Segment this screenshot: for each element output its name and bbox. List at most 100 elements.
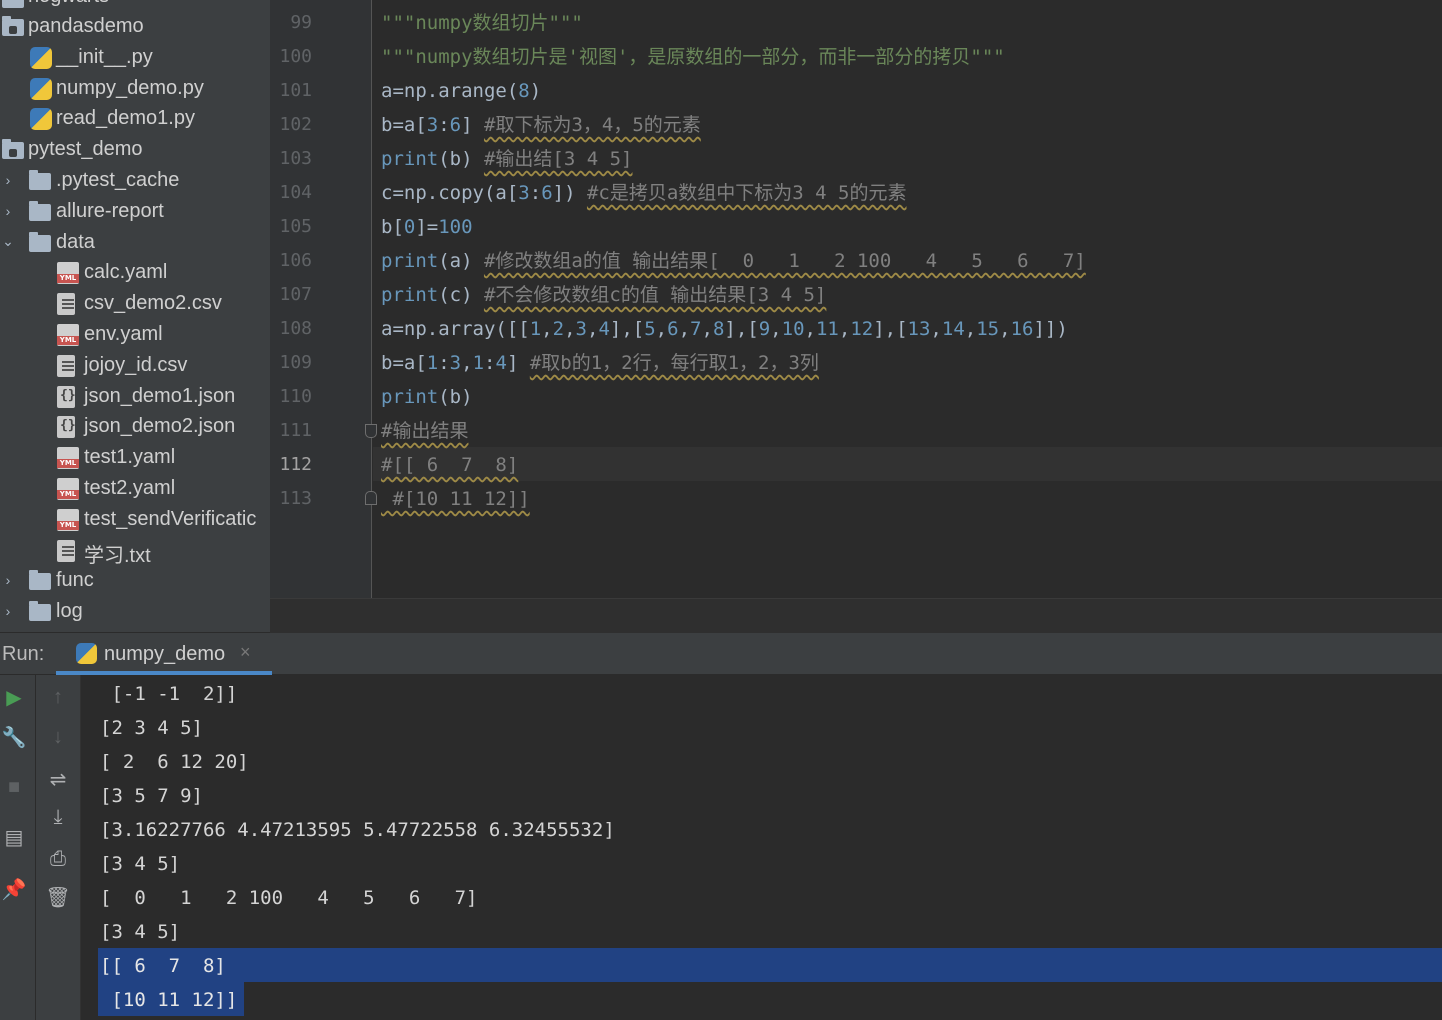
tree-item-jojoy-id-csv[interactable]: jojoy_id.csv	[0, 350, 270, 381]
tree-item-pytest-cache[interactable]: › .pytest_cache	[0, 165, 270, 196]
code-literal: 6	[449, 114, 462, 136]
console-line[interactable]: [3.16227766 4.47213595 5.47722558 6.3245…	[100, 813, 615, 847]
code-literal: 9	[758, 318, 771, 340]
run-tab-numpy-demo[interactable]: numpy_demo ×	[56, 633, 272, 675]
wrench-icon[interactable]: 🔧	[0, 723, 28, 751]
console-line[interactable]: [ 2 6 12 20]	[100, 745, 249, 779]
code-token: c=np.copy(a[	[381, 182, 519, 204]
code-line[interactable]: b=a[1:3,1:4] #取b的1，2行，每行取1，2，3列	[381, 346, 819, 380]
pin-icon[interactable]: 📌	[0, 875, 28, 903]
tree-item-pytest-demo[interactable]: pytest_demo	[0, 134, 270, 165]
tree-item-test-sendverificatic[interactable]: test_sendVerificatic	[0, 504, 270, 535]
tree-item-pandasdemo[interactable]: pandasdemo	[0, 11, 270, 42]
layout-icon[interactable]: ▤	[0, 823, 28, 851]
chevron-right-icon[interactable]: ›	[1, 170, 15, 190]
tree-item-calc-yaml[interactable]: calc.yaml	[0, 257, 270, 288]
console-line[interactable]: [[ 6 7 8]	[100, 949, 226, 983]
folder-icon	[2, 0, 24, 8]
code-line[interactable]: print(b) #输出结[3 4 5]	[381, 142, 632, 176]
code-token: ,	[930, 318, 942, 340]
tree-item-label: numpy_demo.py	[56, 76, 204, 99]
code-comment: #修改数组a的值 输出结果[ 0 1 2 100 4 5 6 7]	[483, 250, 1086, 272]
code-literal: 1	[472, 352, 485, 374]
code-literal: 4	[495, 352, 507, 374]
code-token: ,	[701, 318, 713, 340]
print-icon[interactable]: ⎙	[44, 845, 72, 873]
tree-item-txt[interactable]: 学习.txt	[0, 535, 270, 567]
console-line[interactable]: [3 4 5]	[100, 915, 180, 949]
tree-item-func[interactable]: › func	[0, 565, 270, 596]
chevron-down-icon[interactable]: ⌄	[1, 232, 15, 252]
tree-item-test1-yaml[interactable]: test1.yaml	[0, 442, 270, 473]
chevron-right-icon[interactable]: ›	[1, 601, 15, 621]
soft-wrap-icon[interactable]: ⇌	[44, 765, 72, 793]
tree-item-env-yaml[interactable]: env.yaml	[0, 319, 270, 350]
code-literal: 1	[426, 352, 439, 374]
code-line[interactable]: b[0]=100	[381, 210, 473, 244]
code-literal: 3	[449, 352, 462, 374]
code-line[interactable]: print(b)	[381, 380, 473, 414]
tree-item-label: test1.yaml	[84, 446, 176, 469]
code-line[interactable]: a=np.arange(8)	[381, 74, 541, 108]
code-token: :	[484, 352, 496, 374]
code-line[interactable]: print(c) #不会修改数组c的值 输出结果[3 4 5]	[381, 278, 826, 312]
folder-icon	[29, 200, 51, 221]
console-line[interactable]: [2 3 4 5]	[100, 711, 203, 745]
console-line[interactable]: [-1 -1 2]]	[100, 677, 237, 711]
tree-item-json-demo2-json[interactable]: json_demo2.json	[0, 411, 270, 442]
scroll-down-icon[interactable]: ↓	[44, 723, 72, 751]
scroll-up-icon[interactable]: ↑	[44, 683, 72, 711]
code-token: ,	[564, 318, 576, 340]
tree-item-label: hogwarts	[28, 0, 109, 8]
close-tab-icon[interactable]: ×	[240, 642, 251, 663]
code-comment: #输出结果	[381, 420, 469, 442]
tree-item-csv-demo2-csv[interactable]: csv_demo2.csv	[0, 288, 270, 319]
code-token: ,	[678, 318, 691, 340]
rerun-icon[interactable]: ▶	[0, 683, 28, 711]
console-line[interactable]: [10 11 12]]	[100, 983, 237, 1017]
tree-item-label: env.yaml	[84, 323, 163, 345]
console-line[interactable]: [ 0 1 2 100 4 5 6 7]	[100, 881, 478, 915]
line-number: 107	[279, 284, 312, 305]
console-line[interactable]: [3 4 5]	[100, 847, 180, 881]
tree-item-data[interactable]: ⌄ data	[0, 227, 270, 258]
code-line[interactable]: #[10 11 12]]	[381, 482, 529, 516]
chevron-right-icon[interactable]: ›	[1, 570, 15, 590]
tree-item-test2-yaml[interactable]: test2.yaml	[0, 473, 270, 504]
code-line[interactable]: a=np.array([[1,2,3,4],[5,6,7,8],[9,10,11…	[381, 312, 1068, 346]
line-number: 108	[279, 318, 312, 339]
code-token: b=a[	[381, 114, 427, 136]
fold-marker-icon[interactable]	[365, 424, 377, 438]
yaml-file-icon	[57, 324, 79, 346]
code-line[interactable]: print(a) #修改数组a的值 输出结果[ 0 1 2 100 4 5 6 …	[381, 244, 1086, 278]
code-line[interactable]: #[[ 6 7 8]	[381, 448, 518, 482]
tree-item-read-demo1-py[interactable]: read_demo1.py	[0, 103, 270, 134]
code-token: ,	[770, 318, 782, 340]
tree-item-init-py[interactable]: __init__.py	[0, 42, 270, 73]
code-line[interactable]: """numpy数组切片"""	[381, 6, 583, 40]
code-comment: #取b的1，2行，每行取1，2，3列	[529, 352, 819, 374]
editor-footer	[270, 598, 1442, 633]
code-comment: #输出结[3 4 5]	[483, 148, 633, 170]
tree-item-numpy-demo-py[interactable]: numpy_demo.py	[0, 73, 270, 104]
selection-highlight	[98, 948, 1442, 982]
console-line[interactable]: [3 5 7 9]	[100, 779, 203, 813]
chevron-right-icon[interactable]: ›	[1, 201, 15, 221]
code-line[interactable]: b=a[3:6] #取下标为3，4，5的元素	[381, 108, 701, 142]
scroll-to-end-icon[interactable]: ⤓	[44, 803, 72, 831]
line-number: 112	[279, 454, 312, 475]
trash-icon[interactable]: 🗑	[44, 883, 72, 911]
code-line[interactable]: #输出结果	[381, 414, 468, 448]
run-label: Run:	[2, 643, 45, 665]
code-line[interactable]: """numpy数组切片是'视图'，是原数组的一部分，而非一部分的拷贝"""	[381, 40, 1005, 74]
tree-item-label: allure-report	[56, 199, 164, 222]
stop-icon[interactable]: ■	[0, 773, 28, 801]
fold-marker-icon[interactable]	[365, 491, 377, 505]
tree-item-label: calc.yaml	[84, 261, 168, 284]
line-number: 113	[279, 488, 312, 509]
tree-item-json-demo1-json[interactable]: json_demo1.json	[0, 381, 270, 412]
tree-item-log[interactable]: › log	[0, 596, 270, 627]
code-token: ]	[461, 114, 485, 136]
tree-item-allure-report[interactable]: › allure-report	[0, 196, 270, 227]
code-line[interactable]: c=np.copy(a[3:6]) #c是拷贝a数组中下标为3 4 5的元素	[381, 176, 906, 210]
